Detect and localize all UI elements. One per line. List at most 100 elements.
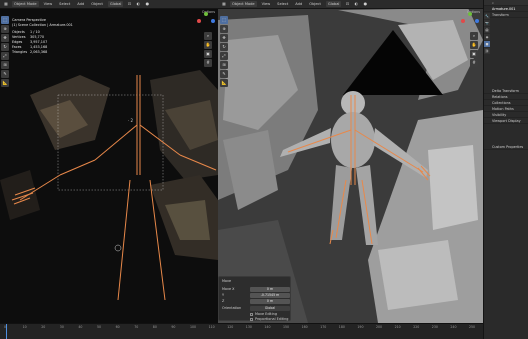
move-x-field[interactable]: 0 m	[250, 287, 290, 292]
camera-icon[interactable]: ▣	[204, 50, 212, 58]
right-nav-gizmo[interactable]	[461, 12, 479, 30]
annotate-icon[interactable]: ✎	[1, 70, 9, 78]
cursor-icon-right[interactable]: ⊕	[220, 25, 228, 33]
stat-vertices: Vertices 305,770	[12, 35, 45, 39]
right-object-menu[interactable]: Object	[307, 1, 323, 7]
timeline-tick: 80	[152, 325, 157, 329]
zoom-icon[interactable]: ⌕	[204, 32, 212, 40]
annotate-icon-right[interactable]: ✎	[220, 70, 228, 78]
shading-icon-right[interactable]: ●	[362, 1, 368, 7]
timeline-tick: 250	[469, 325, 476, 329]
right-header: ▦ Object Mode View Select Add Object Glo…	[218, 0, 483, 9]
camera-icon-right[interactable]: ▣	[470, 50, 478, 58]
viewport-display-body	[484, 124, 528, 144]
x-axis-icon-right[interactable]	[461, 19, 465, 23]
select-box-icon-right[interactable]: ⬚	[220, 16, 228, 24]
timeline-tick: 170	[320, 325, 327, 329]
timeline-tick: 120	[227, 325, 234, 329]
grid-icon[interactable]: #	[204, 59, 212, 67]
overlay-icon-right[interactable]: ◐	[353, 1, 359, 7]
right-scene	[218, 8, 483, 323]
view-name: Camera Perspective	[12, 18, 47, 22]
playhead[interactable]	[6, 324, 7, 339]
move-editing-checkbox[interactable]: Move Editing	[250, 312, 277, 316]
select-box-icon[interactable]: ⬚	[1, 16, 9, 24]
right-add-menu[interactable]: Add	[293, 1, 304, 7]
proportional-editing-checkbox[interactable]: Proportional Editing	[250, 317, 288, 321]
tool-tab-icon[interactable]: 🔧	[484, 13, 490, 19]
svg-text:· 2: · 2	[128, 118, 134, 123]
properties-panel: ⌕ Armature.001 Transform Delta Transform…	[483, 0, 528, 339]
zoom-icon-right[interactable]: ⌕	[470, 32, 478, 40]
right-select-menu[interactable]: Select	[275, 1, 290, 7]
grid-icon-right[interactable]: #	[470, 59, 478, 67]
transform-icon-right[interactable]: ⊞	[220, 61, 228, 69]
left-mode-dropdown[interactable]: Object Mode	[12, 1, 39, 7]
timeline-tick: 150	[283, 325, 290, 329]
measure-icon-right[interactable]: 📐	[220, 79, 228, 87]
left-nav-gizmo[interactable]	[197, 12, 215, 30]
editor-type-icon[interactable]: ▦	[3, 1, 9, 7]
orientation-label: Orientation	[222, 306, 242, 310]
timeline-tick: 100	[190, 325, 197, 329]
timeline-tick: 110	[208, 325, 215, 329]
scale-icon-right[interactable]: ⤢	[220, 52, 228, 60]
move-z-field[interactable]: 0 m	[250, 299, 290, 304]
editor-type-icon-right[interactable]: ▦	[221, 1, 227, 7]
right-view-controls: ⌕ ✋ ▣ #	[470, 32, 478, 67]
snap-icon[interactable]: ⊡	[126, 1, 132, 7]
output-tab-icon[interactable]: 🖨	[484, 27, 490, 33]
z-axis-icon[interactable]	[211, 19, 215, 23]
stat-faces: Faces 1,453,168	[12, 45, 48, 49]
pan-icon-right[interactable]: ✋	[470, 41, 478, 49]
timeline-tick: 40	[78, 325, 83, 329]
prop-custom-properties[interactable]: Custom Properties	[484, 144, 528, 150]
z-axis-icon-right[interactable]	[475, 19, 479, 23]
transform-icon[interactable]: ⊞	[1, 61, 9, 69]
y-axis-icon[interactable]	[204, 12, 208, 16]
left-view-controls: ⌕ ✋ ▣ #	[204, 32, 212, 67]
left-toolbar: ⬚ ⊕ ✥ ↻ ⤢ ⊞ ✎ 📐	[1, 16, 9, 87]
left-subheader: Options	[0, 9, 218, 15]
y-axis-icon-right[interactable]	[468, 12, 472, 16]
object-tab-icon[interactable]: ■	[484, 41, 490, 47]
stat-edges: Edges 3,957,107	[12, 40, 48, 44]
left-add-menu[interactable]: Add	[75, 1, 86, 7]
snap-icon-right[interactable]: ⊡	[344, 1, 350, 7]
move-icon[interactable]: ✥	[1, 34, 9, 42]
timeline-tick: 30	[59, 325, 64, 329]
move-y-field[interactable]: -0.71545 m	[250, 293, 290, 298]
pan-icon[interactable]: ✋	[204, 41, 212, 49]
left-view-menu[interactable]: View	[42, 1, 55, 7]
rotate-icon[interactable]: ↻	[1, 43, 9, 51]
stat-objects: Objects 1 / 10	[12, 30, 40, 34]
scale-icon[interactable]: ⤢	[1, 52, 9, 60]
timeline-tick: 220	[413, 325, 420, 329]
orientation-dropdown[interactable]: Global	[250, 306, 290, 311]
right-view-menu[interactable]: View	[260, 1, 273, 7]
right-mode-dropdown[interactable]: Object Mode	[230, 1, 257, 7]
move-icon-right[interactable]: ✥	[220, 34, 228, 42]
shading-icon[interactable]: ●	[144, 1, 150, 7]
left-object-menu[interactable]: Object	[89, 1, 105, 7]
measure-icon[interactable]: 📐	[1, 79, 9, 87]
right-viewport[interactable]	[218, 0, 483, 323]
left-orientation-dropdown[interactable]: Global	[107, 1, 124, 7]
rotate-icon-right[interactable]: ↻	[220, 43, 228, 51]
render-tab-icon[interactable]: 📷	[484, 20, 490, 26]
overlay-icon[interactable]: ◐	[135, 1, 141, 7]
scene-tab-icon[interactable]: ◉	[484, 34, 490, 40]
cursor-icon[interactable]: ⊕	[1, 25, 9, 33]
x-axis-icon[interactable]	[197, 19, 201, 23]
right-subheader: Options	[218, 9, 483, 15]
timeline[interactable]: 0102030405060708090100110120130140150160…	[0, 323, 483, 339]
transform-body	[484, 18, 528, 88]
timeline-tick: 230	[431, 325, 438, 329]
right-orientation-dropdown[interactable]: Global	[325, 1, 342, 7]
redo-title[interactable]: Move	[222, 279, 231, 283]
timeline-tick: 200	[376, 325, 383, 329]
left-select-menu[interactable]: Select	[57, 1, 72, 7]
timeline-tick: 160	[301, 325, 308, 329]
timeline-tick: 130	[245, 325, 252, 329]
data-tab-icon[interactable]: ⛓	[484, 48, 490, 54]
